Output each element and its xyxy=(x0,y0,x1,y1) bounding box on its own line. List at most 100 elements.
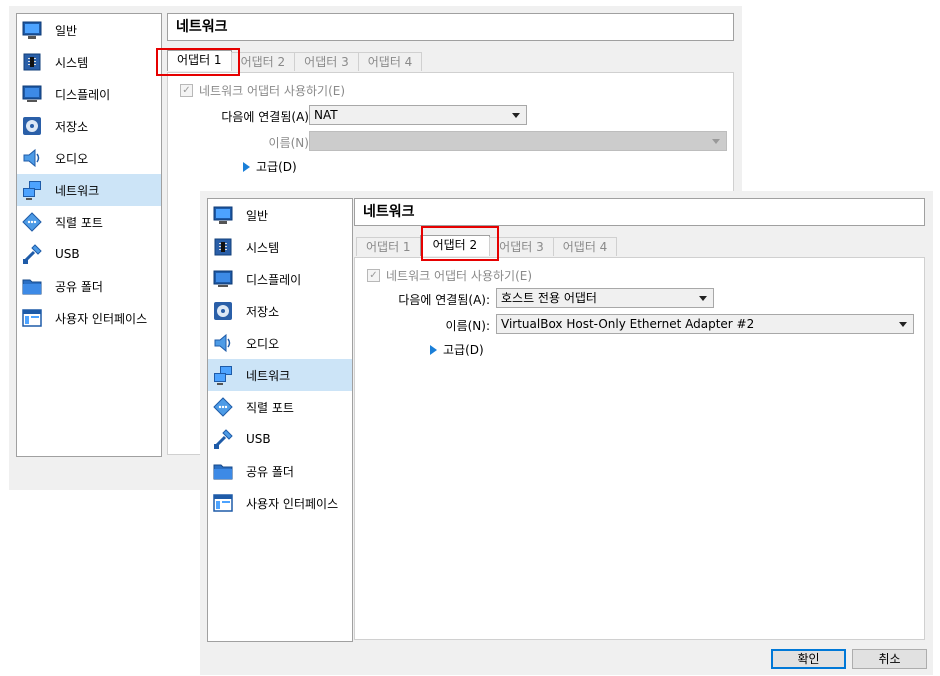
display-monitor-icon xyxy=(213,270,233,287)
shared-folder-icon xyxy=(22,279,42,295)
sidebar-item-label: 직렬 포트 xyxy=(246,400,294,415)
advanced-label: 고급(D) xyxy=(256,160,297,174)
sidebar-item-label: USB xyxy=(246,432,271,446)
tab-adapter-1[interactable]: 어댑터 1 xyxy=(356,237,421,256)
user-interface-icon xyxy=(213,494,233,512)
adapter-name-select[interactable]: VirtualBox Host-Only Ethernet Adapter #2 xyxy=(496,314,914,334)
enable-adapter-label: 네트워크 어댑터 사용하기(E) xyxy=(199,84,346,98)
audio-speaker-icon xyxy=(23,148,40,168)
sidebar-item-user-interface[interactable]: 사용자 인터페이스 xyxy=(17,302,161,334)
adapter-tabs: 어댑터 1 어댑터 2 어댑터 3 어댑터 4 xyxy=(356,235,618,257)
sidebar-item-label: 네트워크 xyxy=(246,368,291,383)
general-icon xyxy=(22,21,42,39)
sidebar-item-display-monitor[interactable]: 디스플레이 xyxy=(17,78,161,110)
audio-speaker-icon xyxy=(214,333,231,353)
sidebar-item-serial-port[interactable]: 직렬 포트 xyxy=(17,206,161,238)
advanced-expander[interactable]: 고급(D) xyxy=(243,158,297,175)
adapter-name-select[interactable] xyxy=(309,131,727,151)
settings-sidebar: 일반시스템디스플레이저장소오디오네트워크직렬 포트 USB 공유 폴더사용자 인터페… xyxy=(16,13,162,457)
advanced-expander[interactable]: 고급(D) xyxy=(430,341,484,358)
sidebar-item-shared-folder[interactable]: 공유 폴더 xyxy=(17,270,161,302)
display-monitor-icon xyxy=(22,85,42,102)
tab-adapter-2[interactable]: 어댑터 2 xyxy=(230,52,296,71)
checkbox-check-icon: ✓ xyxy=(367,269,380,282)
sidebar-item-label: 사용자 인터페이스 xyxy=(246,496,339,511)
advanced-label: 고급(D) xyxy=(443,343,484,357)
sidebar-item-system-chip[interactable]: 시스템 xyxy=(208,231,352,263)
attached-to-select[interactable]: NAT xyxy=(309,105,527,125)
enable-adapter-label: 네트워크 어댑터 사용하기(E) xyxy=(386,269,533,283)
usb-icon xyxy=(23,244,42,264)
adapter-2-panel: ✓ 네트워크 어댑터 사용하기(E) 다음에 연결됨(A): 호스트 전용 어댑… xyxy=(354,257,925,640)
sidebar-item-label: 공유 폴더 xyxy=(55,279,103,294)
checkbox-check-icon: ✓ xyxy=(180,84,193,97)
sidebar-item-label: 시스템 xyxy=(246,240,280,255)
dropdown-arrow-icon xyxy=(899,322,907,327)
adapter-tabs: 어댑터 1 어댑터 2 어댑터 3 어댑터 4 xyxy=(167,50,423,72)
sidebar-item-general[interactable]: 일반 xyxy=(17,14,161,46)
sidebar-item-label: 일반 xyxy=(55,23,78,38)
dropdown-arrow-icon xyxy=(699,296,707,301)
sidebar-item-label: 디스플레이 xyxy=(55,87,111,102)
sidebar-item-usb[interactable]: USB xyxy=(17,238,161,270)
user-interface-icon xyxy=(22,309,42,327)
name-label: 이름(N): xyxy=(445,319,490,333)
sidebar-item-label: 네트워크 xyxy=(55,183,100,198)
attached-to-select[interactable]: 호스트 전용 어댑터 xyxy=(496,288,714,308)
sidebar-item-storage-disk[interactable]: 저장소 xyxy=(208,295,352,327)
sidebar-item-label: 저장소 xyxy=(246,304,280,319)
sidebar-item-audio-speaker[interactable]: 오디오 xyxy=(17,142,161,174)
settings-dialog-adapter-2: 일반시스템디스플레이저장소오디오네트워크직렬 포트 USB 공유 폴더사용자 인터페… xyxy=(200,191,933,675)
settings-sidebar: 일반시스템디스플레이저장소오디오네트워크직렬 포트 USB 공유 폴더사용자 인터페… xyxy=(207,198,353,642)
serial-port-icon xyxy=(22,212,42,232)
expand-triangle-icon xyxy=(243,161,250,172)
tab-adapter-2[interactable]: 어댑터 2 xyxy=(419,235,491,256)
attached-to-label: 다음에 연결됨(A): xyxy=(398,293,490,307)
serial-port-icon xyxy=(213,397,233,417)
attached-to-value: 호스트 전용 어댑터 xyxy=(501,291,597,305)
network-icon xyxy=(23,181,41,200)
cancel-button[interactable]: 취소 xyxy=(852,649,927,669)
tab-adapter-4[interactable]: 어댑터 4 xyxy=(357,52,423,71)
dropdown-arrow-icon xyxy=(512,113,520,118)
system-chip-icon xyxy=(23,53,41,71)
sidebar-item-network[interactable]: 네트워크 xyxy=(208,359,352,391)
shared-folder-icon xyxy=(213,464,233,480)
ok-button[interactable]: 확인 xyxy=(771,649,846,669)
attached-to-value: NAT xyxy=(314,108,338,122)
tab-adapter-1[interactable]: 어댑터 1 xyxy=(167,50,232,71)
sidebar-item-system-chip[interactable]: 시스템 xyxy=(17,46,161,78)
dropdown-arrow-icon xyxy=(712,139,720,144)
sidebar-item-usb[interactable]: USB xyxy=(208,423,352,455)
sidebar-item-label: 공유 폴더 xyxy=(246,464,294,479)
sidebar-item-network[interactable]: 네트워크 xyxy=(17,174,161,206)
storage-disk-icon xyxy=(214,302,232,320)
tab-adapter-3[interactable]: 어댑터 3 xyxy=(489,237,554,256)
system-chip-icon xyxy=(214,238,232,256)
sidebar-item-storage-disk[interactable]: 저장소 xyxy=(17,110,161,142)
sidebar-item-label: 사용자 인터페이스 xyxy=(55,311,148,326)
name-label: 이름(N): xyxy=(268,136,313,150)
adapter-name-value: VirtualBox Host-Only Ethernet Adapter #2 xyxy=(501,317,755,331)
tab-adapter-4[interactable]: 어댑터 4 xyxy=(552,237,618,256)
sidebar-item-label: 직렬 포트 xyxy=(55,215,103,230)
sidebar-item-user-interface[interactable]: 사용자 인터페이스 xyxy=(208,487,352,519)
sidebar-item-shared-folder[interactable]: 공유 폴더 xyxy=(208,455,352,487)
sidebar-item-label: 일반 xyxy=(246,208,269,223)
sidebar-item-audio-speaker[interactable]: 오디오 xyxy=(208,327,352,359)
sidebar-item-general[interactable]: 일반 xyxy=(208,199,352,231)
expand-triangle-icon xyxy=(430,344,437,355)
enable-adapter-checkbox[interactable]: ✓ 네트워크 어댑터 사용하기(E) xyxy=(180,82,345,99)
sidebar-item-label: 오디오 xyxy=(55,151,89,166)
sidebar-item-label: 디스플레이 xyxy=(246,272,302,287)
network-icon xyxy=(214,366,232,385)
sidebar-item-label: 오디오 xyxy=(246,336,280,351)
sidebar-item-label: USB xyxy=(55,247,80,261)
sidebar-item-serial-port[interactable]: 직렬 포트 xyxy=(208,391,352,423)
attached-to-label: 다음에 연결됨(A): xyxy=(221,110,313,124)
sidebar-item-display-monitor[interactable]: 디스플레이 xyxy=(208,263,352,295)
enable-adapter-checkbox[interactable]: ✓ 네트워크 어댑터 사용하기(E) xyxy=(367,267,532,284)
tab-adapter-3[interactable]: 어댑터 3 xyxy=(294,52,359,71)
section-title: 네트워크 xyxy=(167,13,734,41)
sidebar-item-label: 저장소 xyxy=(55,119,89,134)
